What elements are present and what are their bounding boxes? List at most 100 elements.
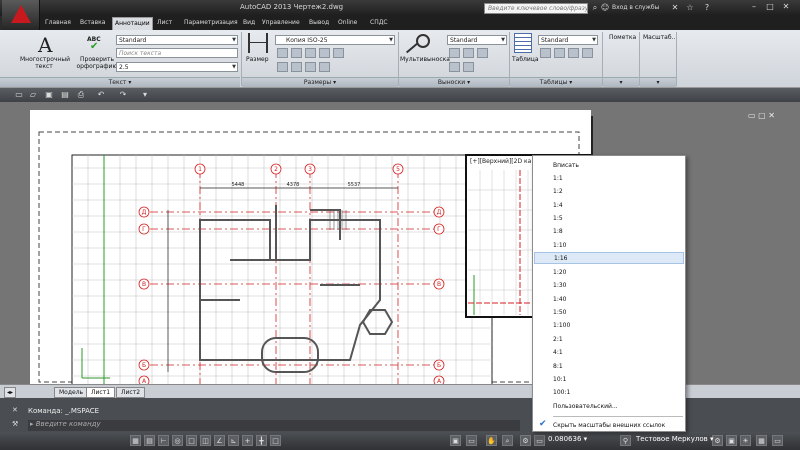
custom-scale-option[interactable]: Пользовательский...: [553, 401, 683, 413]
dim-tool-icon[interactable]: [319, 62, 330, 72]
multileader-button[interactable]: Мультивыноска: [400, 56, 450, 63]
find-text-input[interactable]: Поиск текста: [116, 48, 238, 58]
paper-model-icon[interactable]: ▣: [450, 435, 461, 446]
scale-panel-footer[interactable]: ▾: [640, 77, 676, 87]
undo-icon[interactable]: ↶: [96, 90, 106, 100]
command-input[interactable]: ▸ Введите команду: [28, 420, 520, 431]
tab-parametric[interactable]: Параметризация: [182, 17, 240, 30]
viewport-scale-icon[interactable]: ⚙: [520, 435, 531, 446]
open-icon[interactable]: ▱: [28, 90, 38, 100]
mleader-style-select[interactable]: Standard ▼: [447, 35, 507, 45]
scale-option[interactable]: 1:2: [553, 186, 683, 198]
ducs-icon[interactable]: ⊾: [228, 435, 239, 446]
text-panel-footer[interactable]: Текст ▾: [0, 77, 240, 87]
lineweight-icon[interactable]: ╋: [256, 435, 267, 446]
scale-option[interactable]: 1:8: [553, 226, 683, 238]
scale-option[interactable]: 1:1: [553, 173, 683, 185]
polar-icon[interactable]: ◎: [172, 435, 183, 446]
help-icon[interactable]: ?: [702, 3, 712, 13]
paper-sheet[interactable]: 1 2 3 5 Д Г В Б А Д Г В Б А 5448 4378 55…: [30, 110, 593, 387]
scale-panel-label[interactable]: Масштаб...: [643, 34, 677, 41]
minimize-button[interactable]: –: [748, 1, 760, 13]
dim-tool-icon[interactable]: [305, 62, 316, 72]
3d-osnap-icon[interactable]: ◫: [200, 435, 211, 446]
scale-option-highlighted[interactable]: 1:16: [534, 252, 684, 264]
annotation-icon[interactable]: ⚲: [620, 435, 631, 446]
leader-tool-icon[interactable]: [463, 48, 474, 58]
scale-lock-icon[interactable]: ▭: [534, 435, 545, 446]
scale-option[interactable]: 4:1: [553, 347, 683, 359]
customize-icon[interactable]: ▾: [140, 90, 150, 100]
leader-tool-icon[interactable]: [477, 48, 488, 58]
tables-panel-footer[interactable]: Таблицы ▾: [510, 77, 602, 87]
tab-insert[interactable]: Вставка: [78, 17, 107, 30]
scale-option[interactable]: 1:100: [553, 320, 683, 332]
scale-option[interactable]: 1:30: [553, 280, 683, 292]
scale-option[interactable]: 100:1: [553, 387, 683, 399]
dim-tool-icon[interactable]: [277, 48, 288, 58]
table-icon[interactable]: [514, 33, 532, 53]
scale-option[interactable]: 1:4: [553, 200, 683, 212]
markup-panel-footer[interactable]: ▾: [603, 77, 639, 87]
dimstyle-select[interactable]: Копия ISO-25 ▼: [275, 35, 395, 45]
application-menu-button[interactable]: [2, 0, 40, 30]
scale-option[interactable]: 1:10: [553, 240, 683, 252]
table-tool-icon[interactable]: [568, 48, 579, 58]
tab-model[interactable]: Модель: [54, 387, 89, 398]
tab-sheet1[interactable]: Лист1: [86, 387, 116, 398]
tab-layout[interactable]: Лист: [155, 17, 174, 30]
close-button[interactable]: ✕: [780, 1, 792, 13]
dim-tool-icon[interactable]: [305, 48, 316, 58]
saveas-icon[interactable]: ▤: [60, 90, 70, 100]
scale-option[interactable]: 2:1: [553, 334, 683, 346]
tab-output[interactable]: Вывод: [307, 17, 331, 30]
new-icon[interactable]: ▭: [14, 90, 24, 100]
table-tool-icon[interactable]: [582, 48, 593, 58]
tab-home[interactable]: Главная: [43, 17, 73, 30]
communication-icon[interactable]: ☆: [685, 3, 695, 13]
scale-option[interactable]: Вписать: [553, 160, 683, 172]
leader-tool-icon[interactable]: [449, 62, 460, 72]
osnap-icon[interactable]: □: [186, 435, 197, 446]
tab-sheet2[interactable]: Лист2: [116, 387, 146, 398]
lightbulb-icon[interactable]: ☀: [740, 435, 751, 446]
pan-icon[interactable]: ✋: [486, 435, 497, 446]
scale-option[interactable]: 1:50: [553, 307, 683, 319]
user-icon[interactable]: ☺: [600, 3, 610, 13]
maximize-viewport-icon[interactable]: ▭: [466, 435, 477, 446]
fullscreen-icon[interactable]: ▭: [772, 435, 783, 446]
dim-tool-icon[interactable]: [277, 62, 288, 72]
viewport-label[interactable]: [+][Верхний][2D ка: [470, 158, 532, 165]
tab-online[interactable]: Online: [336, 17, 359, 30]
leader-tool-icon[interactable]: [449, 48, 460, 58]
scale-option[interactable]: 1:20: [553, 267, 683, 279]
mtext-button[interactable]: Многострочный текст: [20, 56, 70, 70]
tab-annotate[interactable]: Аннотации: [112, 17, 153, 30]
maximize-button[interactable]: □: [764, 1, 776, 13]
spellcheck-button[interactable]: Проверить орфографию: [76, 56, 118, 70]
viewport-scale-value[interactable]: 0.080636 ▾: [548, 435, 587, 443]
search-input[interactable]: Введите ключевое слово/фразу: [484, 3, 588, 14]
dimension-button[interactable]: Размер: [246, 56, 269, 63]
dimension-icon[interactable]: [248, 33, 268, 53]
binoculars-icon[interactable]: ⌕: [590, 3, 600, 13]
lock-icon[interactable]: ▣: [726, 435, 737, 446]
markup-panel-label[interactable]: Пометка: [609, 34, 636, 41]
redo-icon[interactable]: ↷: [118, 90, 128, 100]
print-icon[interactable]: ⎙: [76, 90, 86, 100]
spellcheck-icon[interactable]: ✔: [90, 41, 98, 52]
dyn-icon[interactable]: +: [242, 435, 253, 446]
transparency-icon[interactable]: □: [270, 435, 281, 446]
otrack-icon[interactable]: ∠: [214, 435, 225, 446]
scale-option[interactable]: 1:40: [553, 294, 683, 306]
dim-tool-icon[interactable]: [319, 48, 330, 58]
tab-spds[interactable]: СПДС: [368, 17, 390, 30]
multileader-icon[interactable]: [416, 34, 430, 48]
tab-manage[interactable]: Управление: [260, 17, 302, 30]
dim-tool-icon[interactable]: [291, 62, 302, 72]
table-style-select[interactable]: Standard ▼: [538, 35, 598, 45]
save-icon[interactable]: ▣: [44, 90, 54, 100]
scale-option[interactable]: 8:1: [553, 361, 683, 373]
tab-view[interactable]: Вид: [241, 17, 257, 30]
scale-option[interactable]: 10:1: [553, 374, 683, 386]
